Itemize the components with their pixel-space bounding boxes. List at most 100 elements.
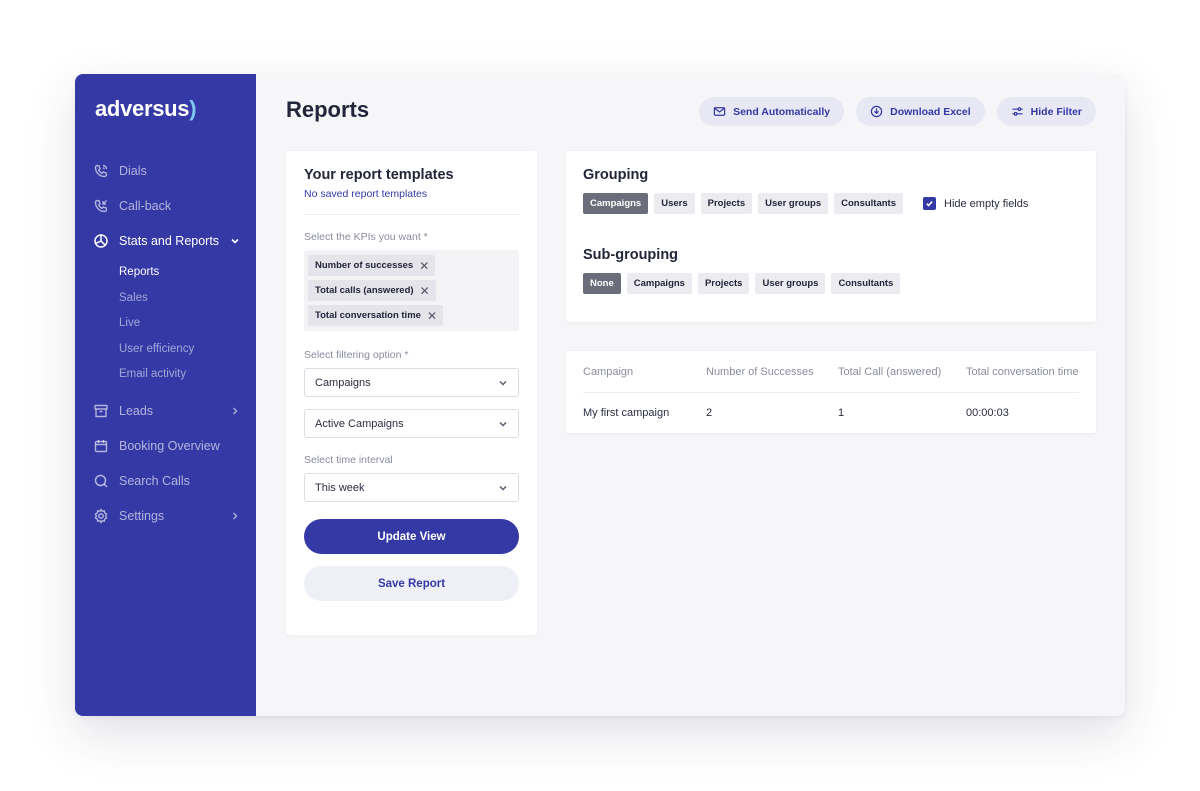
time-interval-value: This week xyxy=(315,481,365,494)
hide-filter-label: Hide Filter xyxy=(1030,105,1082,118)
hide-empty-label: Hide empty fields xyxy=(944,197,1029,210)
grouping-panel: Grouping Campaigns Users Projects User g… xyxy=(566,151,1096,322)
checkmark-icon xyxy=(926,200,933,207)
logo[interactable]: adversus) xyxy=(95,96,197,122)
sidebar-item-label: Booking Overview xyxy=(119,439,220,453)
app-window: adversus) Dials Call-back Stats and Repo… xyxy=(75,74,1125,716)
archive-icon xyxy=(93,403,109,419)
sidebar-item-label: Search Calls xyxy=(119,474,190,488)
time-interval-select[interactable]: This week xyxy=(304,473,519,502)
sidebar-item-call-back[interactable]: Call-back xyxy=(75,188,256,223)
send-automatically-label: Send Automatically xyxy=(733,105,831,118)
table-cell: 2 xyxy=(706,407,713,419)
send-automatically-button[interactable]: Send Automatically xyxy=(699,97,845,126)
download-excel-label: Download Excel xyxy=(890,105,971,118)
grouping-option-consultants[interactable]: Consultants xyxy=(834,193,903,214)
kpi-chip[interactable]: Total calls (answered) ✕ xyxy=(308,280,436,301)
table-cell: My first campaign xyxy=(583,407,670,419)
hide-filter-button[interactable]: Hide Filter xyxy=(996,97,1096,126)
chevron-down-icon xyxy=(499,421,507,426)
sidebar: adversus) Dials Call-back Stats and Repo… xyxy=(75,74,256,716)
grouping-option-projects[interactable]: Projects xyxy=(700,193,753,214)
sidebar-item-label: Stats and Reports xyxy=(119,233,220,248)
subgrouping-options: None Campaigns Projects User groups Cons… xyxy=(583,273,1079,294)
hide-empty-checkbox[interactable] xyxy=(923,197,936,210)
pie-chart-icon xyxy=(93,233,109,249)
time-interval-label: Select time interval xyxy=(304,454,393,466)
sidebar-nav: Dials Call-back Stats and Reports Report… xyxy=(75,153,256,534)
update-view-button[interactable]: Update View xyxy=(304,519,519,554)
subgrouping-option-none[interactable]: None xyxy=(583,273,621,294)
sidebar-item-label: Settings xyxy=(119,509,165,523)
sidebar-item-leads[interactable]: Leads xyxy=(75,394,256,429)
results-table: Campaign Number of Successes Total Call … xyxy=(566,351,1096,433)
campaign-filter-value: Active Campaigns xyxy=(315,417,404,430)
mail-icon xyxy=(713,107,726,116)
subgrouping-option-projects[interactable]: Projects xyxy=(697,273,750,294)
kpi-chip-label: Total conversation time xyxy=(315,310,421,321)
subgrouping-option-user-groups[interactable]: User groups xyxy=(755,273,826,294)
column-header-calls-answered[interactable]: Total Call (answered) xyxy=(838,366,966,378)
chevron-right-icon xyxy=(230,406,240,416)
templates-title: Your report templates xyxy=(304,167,454,183)
filter-toggle-icon xyxy=(1012,107,1023,116)
filter-option-label: Select filtering option * xyxy=(304,349,409,361)
kpi-select[interactable]: Number of successes ✕ Total calls (answer… xyxy=(304,250,519,331)
close-icon[interactable]: ✕ xyxy=(419,259,429,273)
column-header-successes[interactable]: Number of Successes xyxy=(706,366,838,378)
sidebar-item-settings[interactable]: Settings xyxy=(75,499,256,534)
filter-panel: Your report templates No saved report te… xyxy=(286,151,537,635)
column-header-conversation-time[interactable]: Total conversation time xyxy=(966,366,1079,378)
top-actions: Send Automatically Download Excel Hide F… xyxy=(699,97,1096,126)
stats-submenu: Reports Sales Live User efficiency Email… xyxy=(75,258,256,394)
kpi-label: Select the KPIs you want * xyxy=(304,231,428,243)
submenu-item-sales[interactable]: Sales xyxy=(75,286,256,312)
submenu-item-user-efficiency[interactable]: User efficiency xyxy=(75,337,256,363)
phone-icon xyxy=(93,163,109,179)
download-icon xyxy=(870,105,883,118)
kpi-chip-label: Number of successes xyxy=(315,260,414,271)
sidebar-item-label: Dials xyxy=(119,163,147,178)
kpi-chip[interactable]: Total conversation time ✕ xyxy=(308,305,443,326)
submenu-item-reports[interactable]: Reports xyxy=(75,260,256,286)
subgrouping-title: Sub-grouping xyxy=(583,247,679,263)
sidebar-item-dials[interactable]: Dials xyxy=(75,153,256,188)
column-header-campaign[interactable]: Campaign xyxy=(583,366,706,378)
chevron-down-icon xyxy=(499,485,507,490)
hide-empty-fields[interactable]: Hide empty fields xyxy=(923,197,1028,210)
table-row[interactable]: My first campaign 2 1 00:00:03 xyxy=(583,393,1079,433)
grouping-option-campaigns[interactable]: Campaigns xyxy=(583,193,649,214)
table-header: Campaign Number of Successes Total Call … xyxy=(583,351,1079,393)
kpi-chip-label: Total calls (answered) xyxy=(315,285,414,296)
logo-text: adversus xyxy=(95,96,190,121)
sidebar-item-booking-overview[interactable]: Booking Overview xyxy=(75,429,256,464)
grouping-title: Grouping xyxy=(583,167,649,183)
sidebar-item-stats-and-reports[interactable]: Stats and Reports xyxy=(75,223,256,258)
main-content: Reports Send Automatically Download Exce… xyxy=(256,74,1125,716)
save-report-button[interactable]: Save Report xyxy=(304,566,519,601)
filter-option-value: Campaigns xyxy=(315,376,371,389)
submenu-item-email-activity[interactable]: Email activity xyxy=(75,362,256,388)
table-cell: 1 xyxy=(838,407,845,419)
close-icon[interactable]: ✕ xyxy=(427,309,437,323)
subgrouping-option-campaigns[interactable]: Campaigns xyxy=(626,273,692,294)
logo-paren: ) xyxy=(189,96,197,121)
search-icon xyxy=(93,473,109,489)
download-excel-button[interactable]: Download Excel xyxy=(856,97,985,126)
sidebar-item-label: Call-back xyxy=(119,198,172,213)
subgrouping-option-consultants[interactable]: Consultants xyxy=(831,273,901,294)
page-title: Reports xyxy=(286,97,370,122)
divider xyxy=(304,214,519,215)
templates-empty-link[interactable]: No saved report templates xyxy=(304,188,519,200)
submenu-item-live[interactable]: Live xyxy=(75,311,256,337)
sidebar-item-search-calls[interactable]: Search Calls xyxy=(75,464,256,499)
grouping-option-users[interactable]: Users xyxy=(654,193,695,214)
kpi-chip[interactable]: Number of successes ✕ xyxy=(308,255,436,276)
close-icon[interactable]: ✕ xyxy=(420,284,430,298)
table-cell: 00:00:03 xyxy=(966,407,1009,419)
filter-option-select[interactable]: Campaigns xyxy=(304,368,519,397)
chevron-down-icon xyxy=(230,236,240,246)
campaign-filter-select[interactable]: Active Campaigns xyxy=(304,409,519,438)
grouping-option-user-groups[interactable]: User groups xyxy=(758,193,829,214)
phone-callback-icon xyxy=(93,198,109,214)
